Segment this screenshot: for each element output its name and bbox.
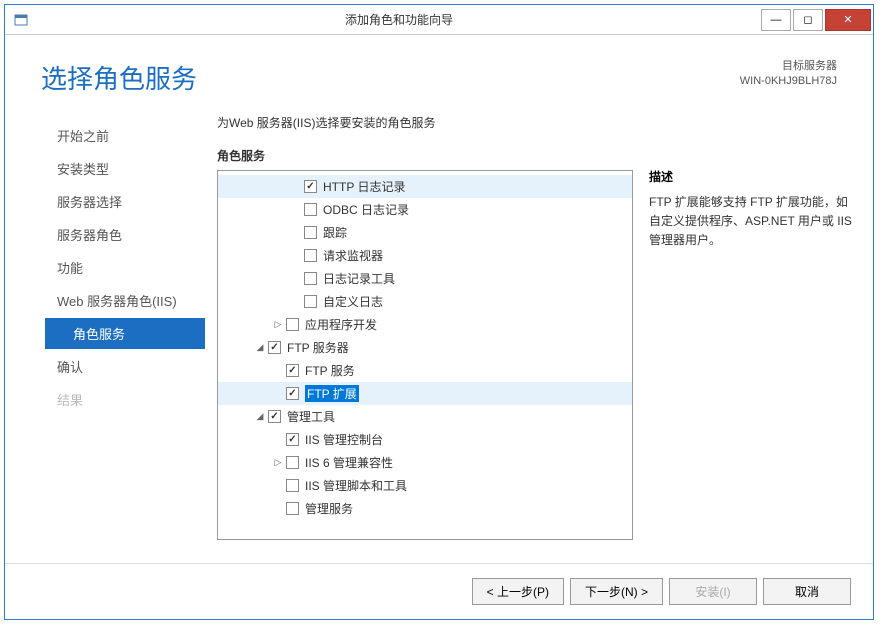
tree-checkbox[interactable]: [286, 364, 299, 377]
expander-icon[interactable]: ▷: [272, 457, 284, 469]
tree-item-11[interactable]: IIS 管理控制台: [218, 428, 632, 451]
minimize-button[interactable]: —: [761, 9, 791, 31]
page-title: 选择角色服务: [41, 59, 740, 96]
tree-checkbox[interactable]: [304, 180, 317, 193]
target-server-label: 目标服务器: [740, 59, 837, 74]
tree-item-9[interactable]: FTP 扩展: [218, 382, 632, 405]
sidebar-item-2[interactable]: 服务器选择: [45, 186, 205, 217]
window-controls: — ◻ ✕: [761, 9, 873, 31]
tree-item-label: 自定义日志: [323, 293, 383, 310]
tree-item-label: 管理服务: [305, 500, 353, 517]
app-icon: [13, 12, 29, 28]
tree-checkbox[interactable]: [286, 502, 299, 515]
tree-item-label: ODBC 日志记录: [323, 201, 409, 218]
tree-checkbox[interactable]: [286, 318, 299, 331]
tree-item-label: IIS 管理脚本和工具: [305, 477, 407, 494]
tree-item-label: HTTP 日志记录: [323, 178, 405, 195]
expander-spacer: [290, 181, 302, 193]
install-button: 安装(I): [669, 578, 757, 605]
expander-spacer: [290, 296, 302, 308]
expander-spacer: [272, 480, 284, 492]
tree-checkbox[interactable]: [304, 203, 317, 216]
header-row: 选择角色服务 目标服务器 WIN-0KHJ9BLH78J: [5, 35, 873, 104]
server-info: 目标服务器 WIN-0KHJ9BLH78J: [740, 59, 837, 90]
tree-item-label: 应用程序开发: [305, 316, 377, 333]
sidebar-item-3[interactable]: 服务器角色: [45, 219, 205, 250]
expander-spacer: [290, 273, 302, 285]
tree-checkbox[interactable]: [304, 295, 317, 308]
tree-item-8[interactable]: FTP 服务: [218, 359, 632, 382]
tree-item-label: IIS 管理控制台: [305, 431, 383, 448]
tree-item-4[interactable]: 日志记录工具: [218, 267, 632, 290]
maximize-button[interactable]: ◻: [793, 9, 823, 31]
tree-item-2[interactable]: 跟踪: [218, 221, 632, 244]
sidebar-item-6[interactable]: 角色服务: [45, 318, 205, 349]
tree-item-14[interactable]: 管理服务: [218, 497, 632, 520]
cancel-button[interactable]: 取消: [763, 578, 851, 605]
tree-checkbox[interactable]: [268, 410, 281, 423]
close-button[interactable]: ✕: [825, 9, 871, 31]
button-row: < 上一步(P) 下一步(N) > 安装(I) 取消: [5, 563, 873, 619]
tree-item-label: FTP 扩展: [305, 385, 359, 402]
expander-icon[interactable]: ▷: [272, 319, 284, 331]
sidebar: 开始之前安装类型服务器选择服务器角色功能Web 服务器角色(IIS)角色服务确认…: [5, 114, 205, 555]
content-area: 选择角色服务 目标服务器 WIN-0KHJ9BLH78J 开始之前安装类型服务器…: [5, 35, 873, 619]
instruction-text: 为Web 服务器(IIS)选择要安装的角色服务: [217, 114, 633, 131]
next-button[interactable]: 下一步(N) >: [570, 578, 663, 605]
section-label: 角色服务: [217, 147, 633, 164]
tree-checkbox[interactable]: [304, 272, 317, 285]
expander-spacer: [290, 250, 302, 262]
description-panel: 描述 FTP 扩展能够支持 FTP 扩展功能，如自定义提供程序、ASP.NET …: [633, 114, 853, 555]
expander-spacer: [272, 388, 284, 400]
tree-checkbox[interactable]: [268, 341, 281, 354]
sidebar-item-8: 结果: [45, 384, 205, 415]
sidebar-item-0[interactable]: 开始之前: [45, 120, 205, 151]
tree-item-0[interactable]: HTTP 日志记录: [218, 175, 632, 198]
tree-item-label: FTP 服务器: [287, 339, 349, 356]
tree-item-3[interactable]: 请求监视器: [218, 244, 632, 267]
sidebar-item-5[interactable]: Web 服务器角色(IIS): [45, 285, 205, 316]
sidebar-item-7[interactable]: 确认: [45, 351, 205, 382]
expander-spacer: [290, 204, 302, 216]
tree-item-7[interactable]: ◢ FTP 服务器: [218, 336, 632, 359]
tree-checkbox[interactable]: [286, 433, 299, 446]
tree-item-label: IIS 6 管理兼容性: [305, 454, 393, 471]
tree-item-label: 日志记录工具: [323, 270, 395, 287]
tree-item-12[interactable]: ▷ IIS 6 管理兼容性: [218, 451, 632, 474]
tree-item-13[interactable]: IIS 管理脚本和工具: [218, 474, 632, 497]
tree-item-label: FTP 服务: [305, 362, 355, 379]
center-panel: 为Web 服务器(IIS)选择要安装的角色服务 角色服务 HTTP 日志记录 OD…: [205, 114, 633, 555]
description-text: FTP 扩展能够支持 FTP 扩展功能，如自定义提供程序、ASP.NET 用户或…: [649, 193, 853, 251]
tree-item-10[interactable]: ◢ 管理工具: [218, 405, 632, 428]
tree-item-1[interactable]: ODBC 日志记录: [218, 198, 632, 221]
expander-icon[interactable]: ◢: [254, 411, 266, 423]
sidebar-item-1[interactable]: 安装类型: [45, 153, 205, 184]
tree-checkbox[interactable]: [286, 387, 299, 400]
tree-checkbox[interactable]: [304, 249, 317, 262]
window-title: 添加角色和功能向导: [37, 11, 761, 28]
role-services-tree[interactable]: HTTP 日志记录 ODBC 日志记录跟踪请求监视器日志记录工具自定义日志 ▷ 应用程…: [217, 170, 633, 540]
expander-spacer: [272, 365, 284, 377]
tree-checkbox[interactable]: [286, 479, 299, 492]
tree-item-5[interactable]: 自定义日志: [218, 290, 632, 313]
tree-item-label: 管理工具: [287, 408, 335, 425]
target-server-name: WIN-0KHJ9BLH78J: [740, 74, 837, 89]
tree-item-label: 请求监视器: [323, 247, 383, 264]
tree-item-label: 跟踪: [323, 224, 347, 241]
tree-item-6[interactable]: ▷ 应用程序开发: [218, 313, 632, 336]
titlebar: 添加角色和功能向导 — ◻ ✕: [5, 5, 873, 35]
expander-spacer: [272, 503, 284, 515]
description-title: 描述: [649, 168, 853, 185]
expander-spacer: [290, 227, 302, 239]
expander-spacer: [272, 434, 284, 446]
expander-icon[interactable]: ◢: [254, 342, 266, 354]
wizard-window: 添加角色和功能向导 — ◻ ✕ 选择角色服务 目标服务器 WIN-0KHJ9BL…: [4, 4, 874, 620]
tree-checkbox[interactable]: [286, 456, 299, 469]
tree-checkbox[interactable]: [304, 226, 317, 239]
previous-button[interactable]: < 上一步(P): [472, 578, 564, 605]
main-area: 开始之前安装类型服务器选择服务器角色功能Web 服务器角色(IIS)角色服务确认…: [5, 104, 873, 555]
sidebar-item-4[interactable]: 功能: [45, 252, 205, 283]
